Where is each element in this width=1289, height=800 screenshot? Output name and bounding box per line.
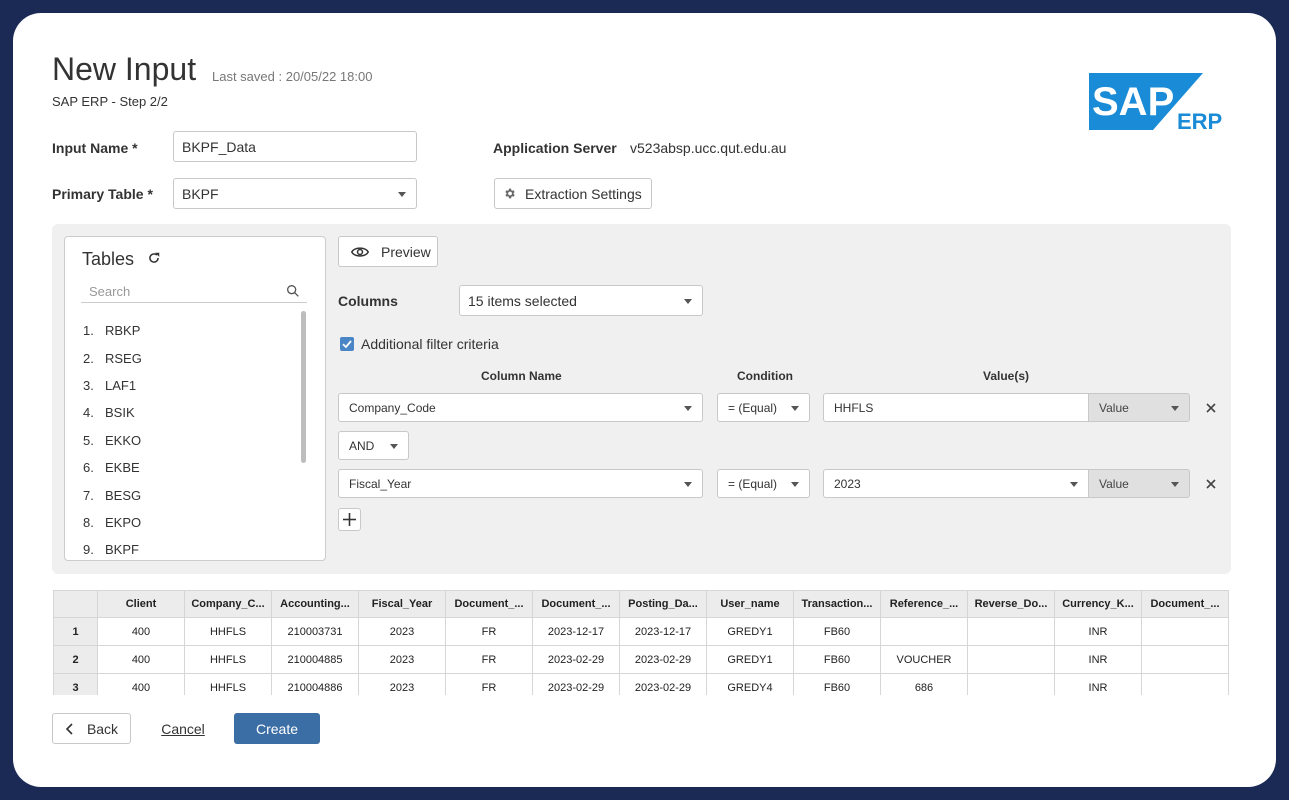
column-header[interactable]: Document_... <box>532 590 620 618</box>
filter-value-input[interactable]: HHFLS <box>823 393 1089 422</box>
chevron-down-icon <box>791 481 799 487</box>
table-row[interactable]: 1 400 HHFLS 210003731 2023 FR 2023-12-17… <box>53 617 1229 646</box>
sap-logo-icon: SAP ERP <box>1089 73 1222 134</box>
list-item[interactable]: 5. EKKO <box>83 427 142 454</box>
table-row[interactable]: 3 400 HHFLS 210004886 2023 FR 2023-02-29… <box>53 673 1229 695</box>
tables-list: 1. RBKP 2. RSEG 3. LAF1 4. BSIK 5. EKKO 6. EKB… <box>83 317 142 564</box>
eye-icon <box>351 246 369 257</box>
step-subtitle: SAP ERP - Step 2/2 <box>52 94 168 109</box>
tables-search-input[interactable]: Search <box>81 281 307 303</box>
chevron-down-icon <box>684 405 692 411</box>
column-header[interactable]: Document_... <box>445 590 533 618</box>
columns-select[interactable]: 15 items selected <box>459 285 703 316</box>
column-header[interactable]: Company_C... <box>184 590 272 618</box>
tables-panel: Tables Search 1. RBKP 2. RSEG 3. LAF1 4. BSI… <box>64 236 326 561</box>
chevron-down-icon <box>684 298 692 304</box>
chevron-down-icon <box>684 481 692 487</box>
column-name-header: Column Name <box>481 369 562 383</box>
list-item[interactable]: 1. RBKP <box>83 317 142 344</box>
configuration-panel: Tables Search 1. RBKP 2. RSEG 3. LAF1 4. BSI… <box>52 224 1231 574</box>
application-server-label: Application Server <box>493 140 617 156</box>
chevron-down-icon <box>390 443 398 449</box>
create-button[interactable]: Create <box>234 713 320 744</box>
list-item[interactable]: 6. EKBE <box>83 454 142 481</box>
extraction-settings-button[interactable]: Extraction Settings <box>494 178 652 209</box>
filter-column-select[interactable]: Company_Code <box>338 393 703 422</box>
chevron-left-icon <box>65 722 73 735</box>
chevron-down-icon <box>791 405 799 411</box>
last-saved-text: Last saved : 20/05/22 18:00 <box>212 69 373 84</box>
table-header-row: Client Company_C... Accounting... Fiscal… <box>53 590 1229 618</box>
table-row[interactable]: 2 400 HHFLS 210004885 2023 FR 2023-02-29… <box>53 645 1229 674</box>
logo-sap-text: SAP <box>1092 80 1174 124</box>
columns-label: Columns <box>338 293 398 309</box>
primary-table-select[interactable]: BKPF <box>173 178 417 209</box>
add-filter-button[interactable] <box>338 508 361 531</box>
list-item[interactable]: 9. BKPF <box>83 536 142 563</box>
search-placeholder: Search <box>89 284 131 299</box>
preview-button[interactable]: Preview <box>338 236 438 267</box>
input-name-label: Input Name * <box>52 140 138 156</box>
column-header[interactable]: Accounting... <box>271 590 359 618</box>
input-name-field[interactable]: BKPF_Data <box>173 131 417 162</box>
logic-operator-select[interactable]: AND <box>338 431 409 460</box>
filter-value-select[interactable]: 2023 <box>823 469 1089 498</box>
refresh-icon[interactable] <box>147 251 161 265</box>
columns-value: 15 items selected <box>468 292 577 309</box>
filter-value-type-select[interactable]: Value <box>1088 469 1190 498</box>
additional-filter-label: Additional filter criteria <box>361 336 499 352</box>
logo-erp-text: ERP <box>1177 109 1222 131</box>
chevron-down-icon <box>1171 405 1179 411</box>
input-name-value: BKPF_Data <box>182 138 256 155</box>
filter-condition-select[interactable]: = (Equal) <box>717 393 810 422</box>
tables-title: Tables <box>82 249 135 269</box>
row-number-header <box>53 590 98 618</box>
condition-header: Condition <box>737 369 793 383</box>
filter-value-type-select[interactable]: Value <box>1088 393 1190 422</box>
primary-table-label: Primary Table * <box>52 186 153 202</box>
sap-erp-logo: SAP ERP <box>1089 73 1232 134</box>
chevron-down-icon <box>1070 481 1078 487</box>
filter-column-select[interactable]: Fiscal_Year <box>338 469 703 498</box>
extraction-settings-label: Extraction Settings <box>525 185 642 202</box>
gear-icon <box>505 188 515 199</box>
back-label: Back <box>86 720 119 737</box>
list-item[interactable]: 8. EKPO <box>83 509 142 536</box>
column-header[interactable]: Transaction... <box>793 590 881 618</box>
app-window: New Input Last saved : 20/05/22 18:00 SA… <box>13 13 1276 787</box>
chevron-down-icon <box>1171 481 1179 487</box>
search-icon[interactable] <box>285 283 301 299</box>
close-icon[interactable] <box>1205 402 1217 414</box>
list-item[interactable]: 7. BESG <box>83 481 142 508</box>
preview-label: Preview <box>381 243 431 260</box>
plus-icon <box>343 513 356 526</box>
checkmark-icon <box>342 340 352 349</box>
tables-scrollbar[interactable] <box>301 311 306 463</box>
column-header[interactable]: Posting_Da... <box>619 590 707 618</box>
values-header: Value(s) <box>983 369 1030 383</box>
page-title: New Input <box>52 51 197 87</box>
column-header[interactable]: Document_... <box>1141 590 1229 618</box>
list-item[interactable]: 3. LAF1 <box>83 372 142 399</box>
application-server-value: v523absp.ucc.qut.edu.au <box>630 140 787 156</box>
primary-table-value: BKPF <box>182 185 219 202</box>
list-item[interactable]: 4. BSIK <box>83 399 142 426</box>
column-header[interactable]: Currency_K... <box>1054 590 1142 618</box>
back-button[interactable]: Back <box>52 713 131 744</box>
additional-filter-checkbox[interactable] <box>340 337 354 351</box>
column-header[interactable]: Fiscal_Year <box>358 590 446 618</box>
cancel-link[interactable]: Cancel <box>153 713 213 744</box>
chevron-down-icon <box>398 191 406 197</box>
column-header[interactable]: User_name <box>706 590 794 618</box>
close-icon[interactable] <box>1205 478 1217 490</box>
filter-condition-select[interactable]: = (Equal) <box>717 469 810 498</box>
column-header[interactable]: Client <box>97 590 185 618</box>
list-item[interactable]: 2. RSEG <box>83 344 142 371</box>
preview-data-table: Client Company_C... Accounting... Fiscal… <box>53 590 1231 695</box>
column-header[interactable]: Reference_... <box>880 590 968 618</box>
column-header[interactable]: Reverse_Do... <box>967 590 1055 618</box>
